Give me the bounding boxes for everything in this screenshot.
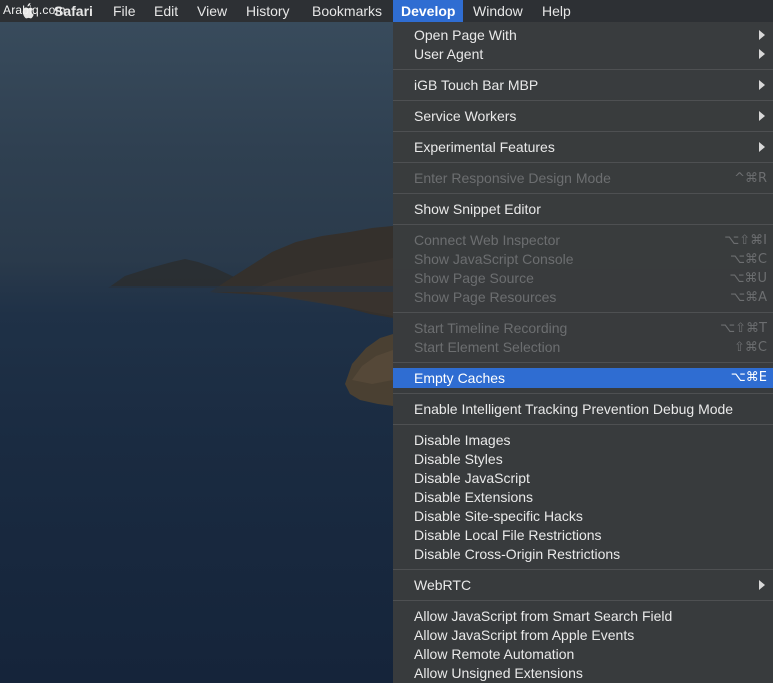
menu-item-show-page-source[interactable]: Show Page Source ⌥⌘U xyxy=(393,269,773,288)
chevron-right-icon xyxy=(759,111,765,121)
menu-item-shortcut: ⌥⌘U xyxy=(729,271,768,286)
menu-item-label: User Agent xyxy=(414,46,484,62)
menu-item-disable-javascript[interactable]: Disable JavaScript xyxy=(393,469,773,488)
menu-item-disable-local-file-restrictions[interactable]: Disable Local File Restrictions xyxy=(393,526,773,545)
menu-item-shortcut: ⌥⇧⌘I xyxy=(724,233,767,248)
menu-item-empty-caches[interactable]: Empty Caches ⌥⌘E xyxy=(393,368,773,388)
menu-item-shortcut: ⇧⌘C xyxy=(734,340,767,355)
menu-item-label: Disable Styles xyxy=(414,451,503,467)
menu-item-service-workers[interactable]: Service Workers xyxy=(393,107,773,126)
menu-item-label: Show Page Source xyxy=(414,270,534,286)
menu-item-disable-styles[interactable]: Disable Styles xyxy=(393,450,773,469)
chevron-right-icon xyxy=(759,142,765,152)
menu-item-label: Disable Local File Restrictions xyxy=(414,527,602,543)
menu-item-disable-images[interactable]: Disable Images xyxy=(393,431,773,450)
menu-item-disable-extensions[interactable]: Disable Extensions xyxy=(393,488,773,507)
menu-item-disable-cross-origin-restrictions[interactable]: Disable Cross-Origin Restrictions xyxy=(393,545,773,564)
menu-item-label: Open Page With xyxy=(414,27,517,43)
menu-item-label: Disable Site-specific Hacks xyxy=(414,508,583,524)
menu-item-shortcut: ^⌘R xyxy=(734,171,767,186)
chevron-right-icon xyxy=(759,49,765,59)
menu-separator xyxy=(393,162,773,163)
menu-item-label: Start Timeline Recording xyxy=(414,320,568,336)
menu-file[interactable]: File xyxy=(113,0,136,22)
menu-item-connect-web-inspector[interactable]: Connect Web Inspector ⌥⇧⌘I xyxy=(393,231,773,250)
menu-item-show-page-resources[interactable]: Show Page Resources ⌥⌘A xyxy=(393,288,773,307)
menu-item-label: WebRTC xyxy=(414,577,472,593)
menu-separator xyxy=(393,69,773,70)
menu-item-itp-debug-mode[interactable]: Enable Intelligent Tracking Prevention D… xyxy=(393,400,773,419)
menu-separator xyxy=(393,100,773,101)
menu-bar: Arabiq.com Safari File Edit View History… xyxy=(0,0,773,22)
menu-separator xyxy=(393,569,773,570)
menu-item-shortcut: ⌥⇧⌘T xyxy=(720,321,767,336)
menu-item-label: Empty Caches xyxy=(414,370,506,386)
menu-separator xyxy=(393,224,773,225)
menu-item-label: Service Workers xyxy=(414,108,517,124)
menu-item-label: Enter Responsive Design Mode xyxy=(414,170,611,186)
menu-item-label: Allow Remote Automation xyxy=(414,646,575,662)
menu-item-user-agent[interactable]: User Agent xyxy=(393,45,773,64)
menu-item-label: Disable Images xyxy=(414,432,511,448)
menu-safari[interactable]: Safari xyxy=(54,0,93,22)
menu-item-experimental-features[interactable]: Experimental Features xyxy=(393,138,773,157)
menu-window[interactable]: Window xyxy=(473,0,523,22)
menu-item-label: Disable Extensions xyxy=(414,489,534,505)
menu-item-label: Show Page Resources xyxy=(414,289,557,305)
menu-view[interactable]: View xyxy=(197,0,227,22)
menu-item-show-snippet-editor[interactable]: Show Snippet Editor xyxy=(393,200,773,219)
chevron-right-icon xyxy=(759,580,765,590)
menu-item-disable-site-specific-hacks[interactable]: Disable Site-specific Hacks xyxy=(393,507,773,526)
menu-item-label: Allow JavaScript from Smart Search Field xyxy=(414,608,673,624)
menu-item-label: Start Element Selection xyxy=(414,339,561,355)
menu-item-open-page-with[interactable]: Open Page With xyxy=(393,26,773,45)
menu-item-label: iGB Touch Bar MBP xyxy=(414,77,539,93)
menu-item-start-element-selection[interactable]: Start Element Selection ⇧⌘C xyxy=(393,338,773,357)
menu-separator xyxy=(393,362,773,363)
menu-separator xyxy=(393,393,773,394)
menu-item-label: Disable JavaScript xyxy=(414,470,530,486)
menu-item-label: Connect Web Inspector xyxy=(414,232,561,248)
menu-item-label: Enable Intelligent Tracking Prevention D… xyxy=(414,401,734,417)
menu-item-label: Allow JavaScript from Apple Events xyxy=(414,627,635,643)
menu-separator xyxy=(393,193,773,194)
menu-item-allow-unsigned-extensions[interactable]: Allow Unsigned Extensions xyxy=(393,664,773,683)
menu-item-shortcut: ⌥⌘C xyxy=(729,252,767,267)
chevron-right-icon xyxy=(759,30,765,40)
menu-item-allow-js-smart-search[interactable]: Allow JavaScript from Smart Search Field xyxy=(393,607,773,626)
menu-item-allow-remote-automation[interactable]: Allow Remote Automation xyxy=(393,645,773,664)
menu-item-shortcut: ⌥⌘A xyxy=(730,290,767,305)
menu-item-touch-bar-device[interactable]: iGB Touch Bar MBP xyxy=(393,76,773,95)
menu-separator xyxy=(393,600,773,601)
menu-item-allow-js-apple-events[interactable]: Allow JavaScript from Apple Events xyxy=(393,626,773,645)
menu-item-show-javascript-console[interactable]: Show JavaScript Console ⌥⌘C xyxy=(393,250,773,269)
menu-edit[interactable]: Edit xyxy=(154,0,178,22)
menu-separator xyxy=(393,131,773,132)
menu-item-webrtc[interactable]: WebRTC xyxy=(393,576,773,595)
menu-item-label: Disable Cross-Origin Restrictions xyxy=(414,546,621,562)
develop-menu: Open Page With User Agent iGB Touch Bar … xyxy=(393,22,773,683)
menu-bookmarks[interactable]: Bookmarks xyxy=(312,0,382,22)
menu-item-label: Show JavaScript Console xyxy=(414,251,574,267)
menu-item-label: Show Snippet Editor xyxy=(414,201,541,217)
menu-separator xyxy=(393,424,773,425)
menu-history[interactable]: History xyxy=(246,0,290,22)
menu-help[interactable]: Help xyxy=(542,0,571,22)
menu-item-shortcut: ⌥⌘E xyxy=(730,370,767,385)
menu-item-start-timeline-recording[interactable]: Start Timeline Recording ⌥⇧⌘T xyxy=(393,319,773,338)
menu-item-label: Experimental Features xyxy=(414,139,555,155)
menu-item-label: Allow Unsigned Extensions xyxy=(414,665,583,681)
menu-develop[interactable]: Develop xyxy=(393,0,464,22)
chevron-right-icon xyxy=(759,80,765,90)
menu-item-responsive-design-mode[interactable]: Enter Responsive Design Mode ^⌘R xyxy=(393,169,773,188)
menu-separator xyxy=(393,312,773,313)
